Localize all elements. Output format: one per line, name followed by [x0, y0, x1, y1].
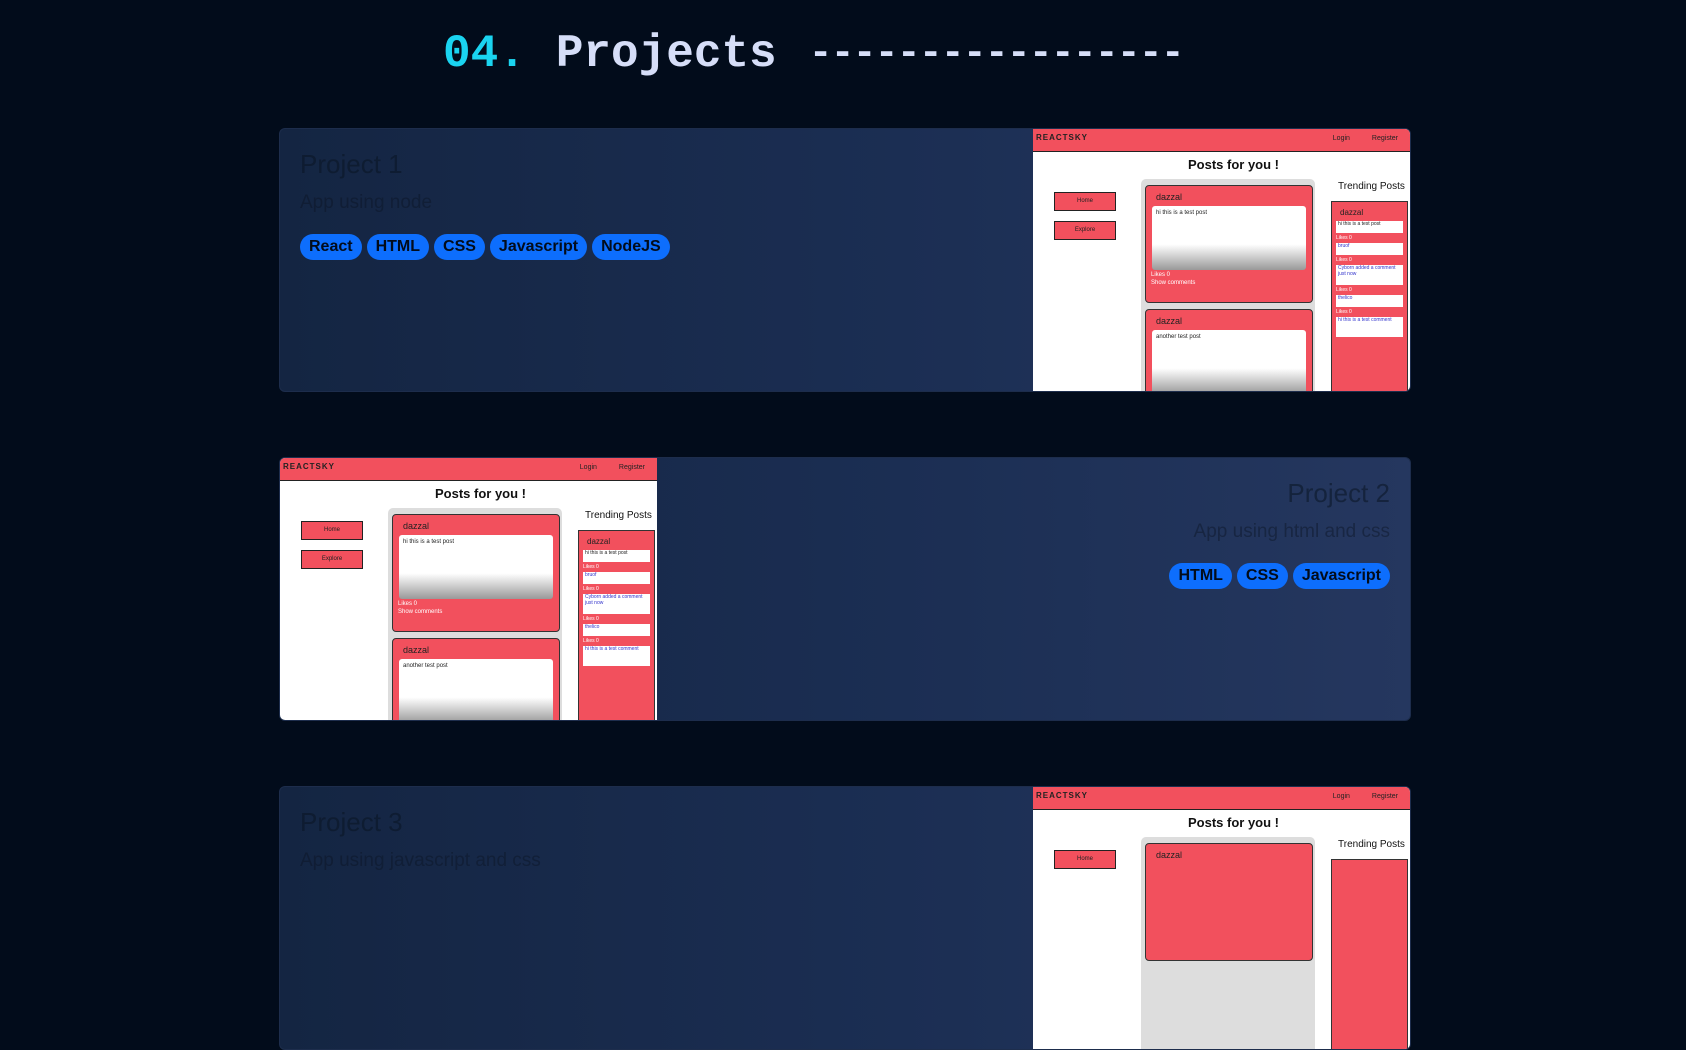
screenshot-logo: REACTSKY [1036, 791, 1089, 800]
tag-nodejs: NodeJS [592, 234, 670, 260]
trend-likes: Likes 0 [1336, 287, 1352, 293]
project-title[interactable]: Project 1 [300, 149, 1020, 180]
post-text: hi this is a test post [399, 535, 553, 599]
post-user: dazzal [1156, 192, 1183, 202]
screenshot-trending-title: Trending Posts [1338, 839, 1405, 850]
post-user: dazzal [1156, 850, 1183, 860]
tag-react: React [300, 234, 362, 260]
post-likes: Likes 0 [398, 601, 418, 607]
project-description: App using javascript and css [300, 850, 541, 871]
screenshot-navbar: REACTSKY Login Register [1033, 787, 1410, 810]
post-likes: Likes 0 [1151, 272, 1171, 278]
screenshot-post: dazzal hi this is a test post Likes 0 Sh… [392, 514, 560, 632]
screenshot-logo: REACTSKY [1036, 133, 1089, 142]
screenshot-home-button: Home [1054, 192, 1116, 211]
tag-html: HTML [366, 234, 430, 260]
screenshot-trending [1331, 859, 1408, 1049]
screenshot-trending-title: Trending Posts [585, 510, 652, 521]
tag-css: CSS [1236, 563, 1288, 589]
project-info: Project 2 App using html and css HTML CS… [670, 458, 1390, 720]
screenshot-explore-button: Explore [1054, 221, 1116, 240]
project-card-3[interactable]: Project 3 App using javascript and css R… [279, 786, 1411, 1050]
post-user: dazzal [403, 645, 430, 655]
section-heading: 04. Projects ----------------- [443, 28, 1185, 80]
project-screenshot[interactable]: REACTSKY Login Register Posts for you ! H… [1033, 129, 1410, 391]
screenshot-trending-title: Trending Posts [1338, 181, 1405, 192]
screenshot-heading: Posts for you ! [435, 486, 527, 501]
screenshot-register: Register [1371, 135, 1398, 142]
screenshot-feed: dazzal hi this is a test post Likes 0 Sh… [1141, 179, 1315, 391]
trend-text: hi this is a test comment [583, 646, 650, 666]
screenshot-explore-button: Explore [301, 550, 363, 569]
section-number: 04. [443, 28, 526, 80]
trend-text: hi this is a test post [583, 550, 650, 562]
trend-likes: Likes 0 [583, 638, 599, 644]
trend-text: bruof [583, 572, 650, 584]
trend-text: Cyborn added a comment just now [583, 594, 650, 614]
trend-likes: Likes 0 [1336, 235, 1352, 241]
screenshot-login: Login [579, 464, 597, 471]
post-user: dazzal [403, 521, 430, 531]
project-title[interactable]: Project 2 [670, 478, 1390, 509]
project-description: App using html and css [1193, 521, 1390, 542]
screenshot-post: dazzal another test post [392, 638, 560, 720]
post-comments: Show comments [1151, 280, 1196, 286]
tag-css: CSS [434, 234, 485, 260]
tag-list: React HTML CSS Javascript NodeJS [300, 234, 1020, 260]
screenshot-navbar: REACTSKY Login Register [280, 458, 657, 481]
screenshot-navbar: REACTSKY Login Register [1033, 129, 1410, 152]
trend-user: dazzal [1340, 208, 1364, 217]
screenshot-trending: dazzal hi this is a test post Likes 0 br… [578, 530, 655, 720]
trend-text: hi this is a test post [1336, 221, 1403, 233]
tag-list: HTML CSS Javascript [670, 563, 1390, 589]
post-user: dazzal [1156, 316, 1183, 326]
section-title: Projects [555, 28, 777, 80]
project-screenshot[interactable]: REACTSKY Login Register Posts for you ! H… [280, 458, 657, 720]
trend-likes: Likes 0 [583, 564, 599, 570]
screenshot-heading: Posts for you ! [1188, 157, 1280, 172]
trend-text: hi this is a test comment [1336, 317, 1403, 337]
trend-text: thelico [1336, 295, 1403, 307]
tag-html: HTML [1169, 563, 1232, 589]
screenshot-register: Register [618, 464, 645, 471]
screenshot-post: dazzal hi this is a test post Likes 0 Sh… [1145, 185, 1313, 303]
project-description: App using node [300, 192, 433, 213]
screenshot-heading: Posts for you ! [1188, 815, 1280, 830]
screenshot-home-button: Home [301, 521, 363, 540]
project-card-2[interactable]: REACTSKY Login Register Posts for you ! H… [279, 457, 1411, 721]
screenshot-feed: dazzal [1141, 837, 1315, 1049]
screenshot-login: Login [1332, 793, 1350, 800]
trend-text: thelico [583, 624, 650, 636]
screenshot-login: Login [1332, 135, 1350, 142]
trend-likes: Likes 0 [583, 616, 599, 622]
trend-likes: Likes 0 [1336, 309, 1352, 315]
trend-user: dazzal [587, 537, 611, 546]
project-info: Project 3 App using javascript and css [300, 787, 1020, 1049]
screenshot-trending: dazzal hi this is a test post Likes 0 br… [1331, 201, 1408, 391]
trend-likes: Likes 0 [583, 586, 599, 592]
screenshot-post: dazzal another test post [1145, 309, 1313, 391]
post-text: another test post [399, 659, 553, 720]
tag-javascript: Javascript [489, 234, 588, 260]
trend-text: Cyborn added a comment just now [1336, 265, 1403, 285]
post-text: another test post [1152, 330, 1306, 391]
project-card-1[interactable]: Project 1 App using node React HTML CSS … [279, 128, 1411, 392]
project-info: Project 1 App using node React HTML CSS … [300, 129, 1020, 391]
trend-likes: Likes 0 [1336, 257, 1352, 263]
tag-javascript: Javascript [1292, 563, 1390, 589]
screenshot-register: Register [1371, 793, 1398, 800]
post-text: hi this is a test post [1152, 206, 1306, 270]
trend-text: bruof [1336, 243, 1403, 255]
project-screenshot[interactable]: REACTSKY Login Register Posts for you ! H… [1033, 787, 1410, 1049]
post-comments: Show comments [398, 609, 443, 615]
section-divider: ----------------- [808, 31, 1185, 77]
project-title[interactable]: Project 3 [300, 807, 1020, 838]
screenshot-logo: REACTSKY [283, 462, 336, 471]
screenshot-home-button: Home [1054, 850, 1116, 869]
screenshot-feed: dazzal hi this is a test post Likes 0 Sh… [388, 508, 562, 720]
